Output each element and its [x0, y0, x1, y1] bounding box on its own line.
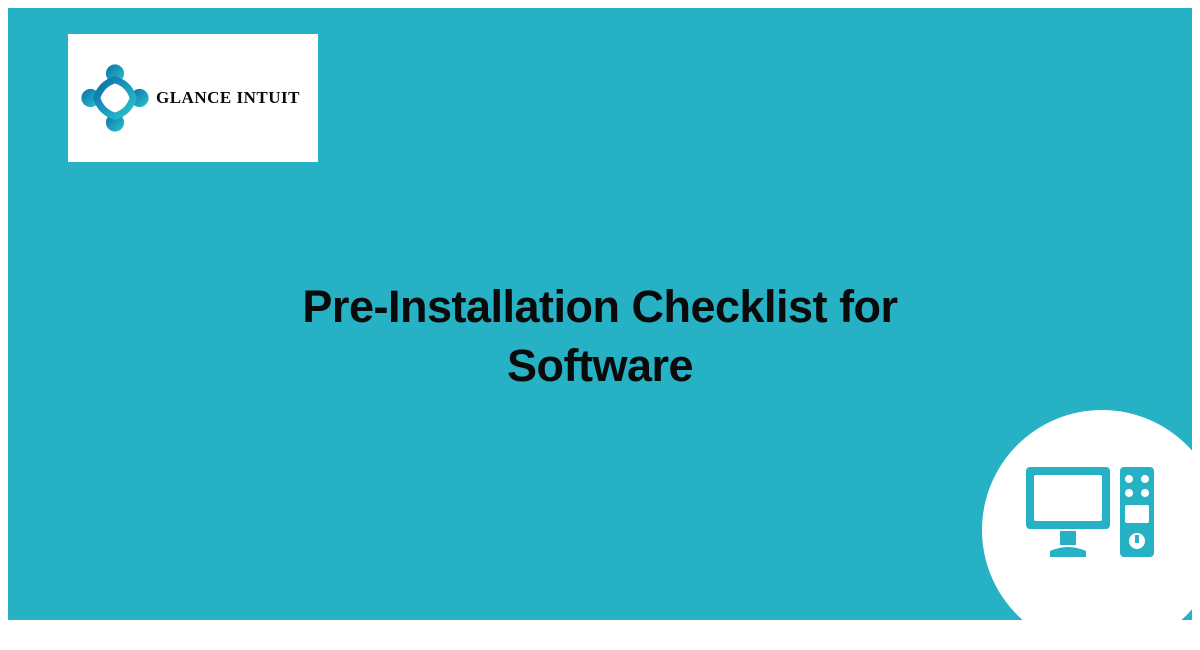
desktop-computer-icon — [1032, 473, 1172, 588]
banner-canvas: GLANCE INTUIT Pre-Installation Checklist… — [8, 8, 1192, 620]
headline-line-1: Pre-Installation Checklist for — [302, 281, 897, 332]
brand-name: GLANCE INTUIT — [156, 88, 300, 108]
computer-badge — [982, 410, 1200, 650]
headline-line-2: Software — [507, 340, 693, 391]
brand-logo-card: GLANCE INTUIT — [68, 34, 318, 162]
brand-logo-icon — [80, 63, 150, 133]
page-title: Pre-Installation Checklist for Software — [150, 278, 1050, 395]
